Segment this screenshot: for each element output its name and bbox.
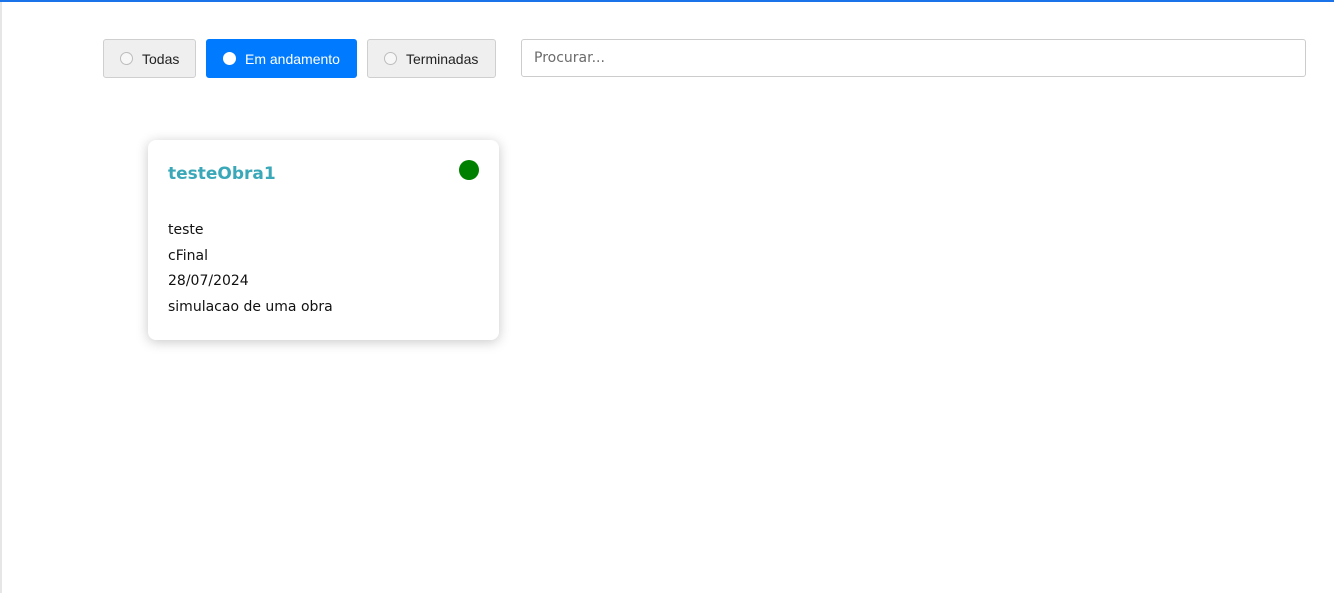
radio-checked-icon[interactable] (223, 52, 236, 65)
status-indicator-icon (459, 160, 479, 180)
status-filter-group: Todas Em andamento Terminadas (103, 39, 496, 78)
obra-detail-date: 28/07/2024 (168, 273, 249, 289)
filter-terminadas-label: Terminadas (406, 50, 479, 67)
filter-em-andamento-button[interactable]: Em andamento (206, 39, 357, 78)
obra-detail-line: cFinal (168, 247, 208, 264)
obra-detail-description: simulacao de uma obra (168, 298, 333, 315)
left-edge-divider (0, 2, 2, 593)
radio-unchecked-icon[interactable] (120, 52, 133, 65)
obra-card-details: teste cFinal 28/07/2024 simulacao de uma… (168, 218, 479, 320)
obra-card[interactable]: testeObra1 teste cFinal 28/07/2024 simul… (148, 140, 499, 340)
radio-unchecked-icon[interactable] (384, 52, 397, 65)
filter-todas-label: Todas (142, 50, 180, 67)
filter-todas-button[interactable]: Todas (103, 39, 196, 78)
obra-card-title[interactable]: testeObra1 (168, 161, 479, 187)
filter-em-andamento-label: Em andamento (245, 50, 340, 67)
top-accent-bar (0, 0, 1334, 2)
search-input[interactable] (521, 39, 1306, 77)
filter-terminadas-button[interactable]: Terminadas (367, 39, 496, 78)
obra-detail-line: teste (168, 222, 204, 238)
